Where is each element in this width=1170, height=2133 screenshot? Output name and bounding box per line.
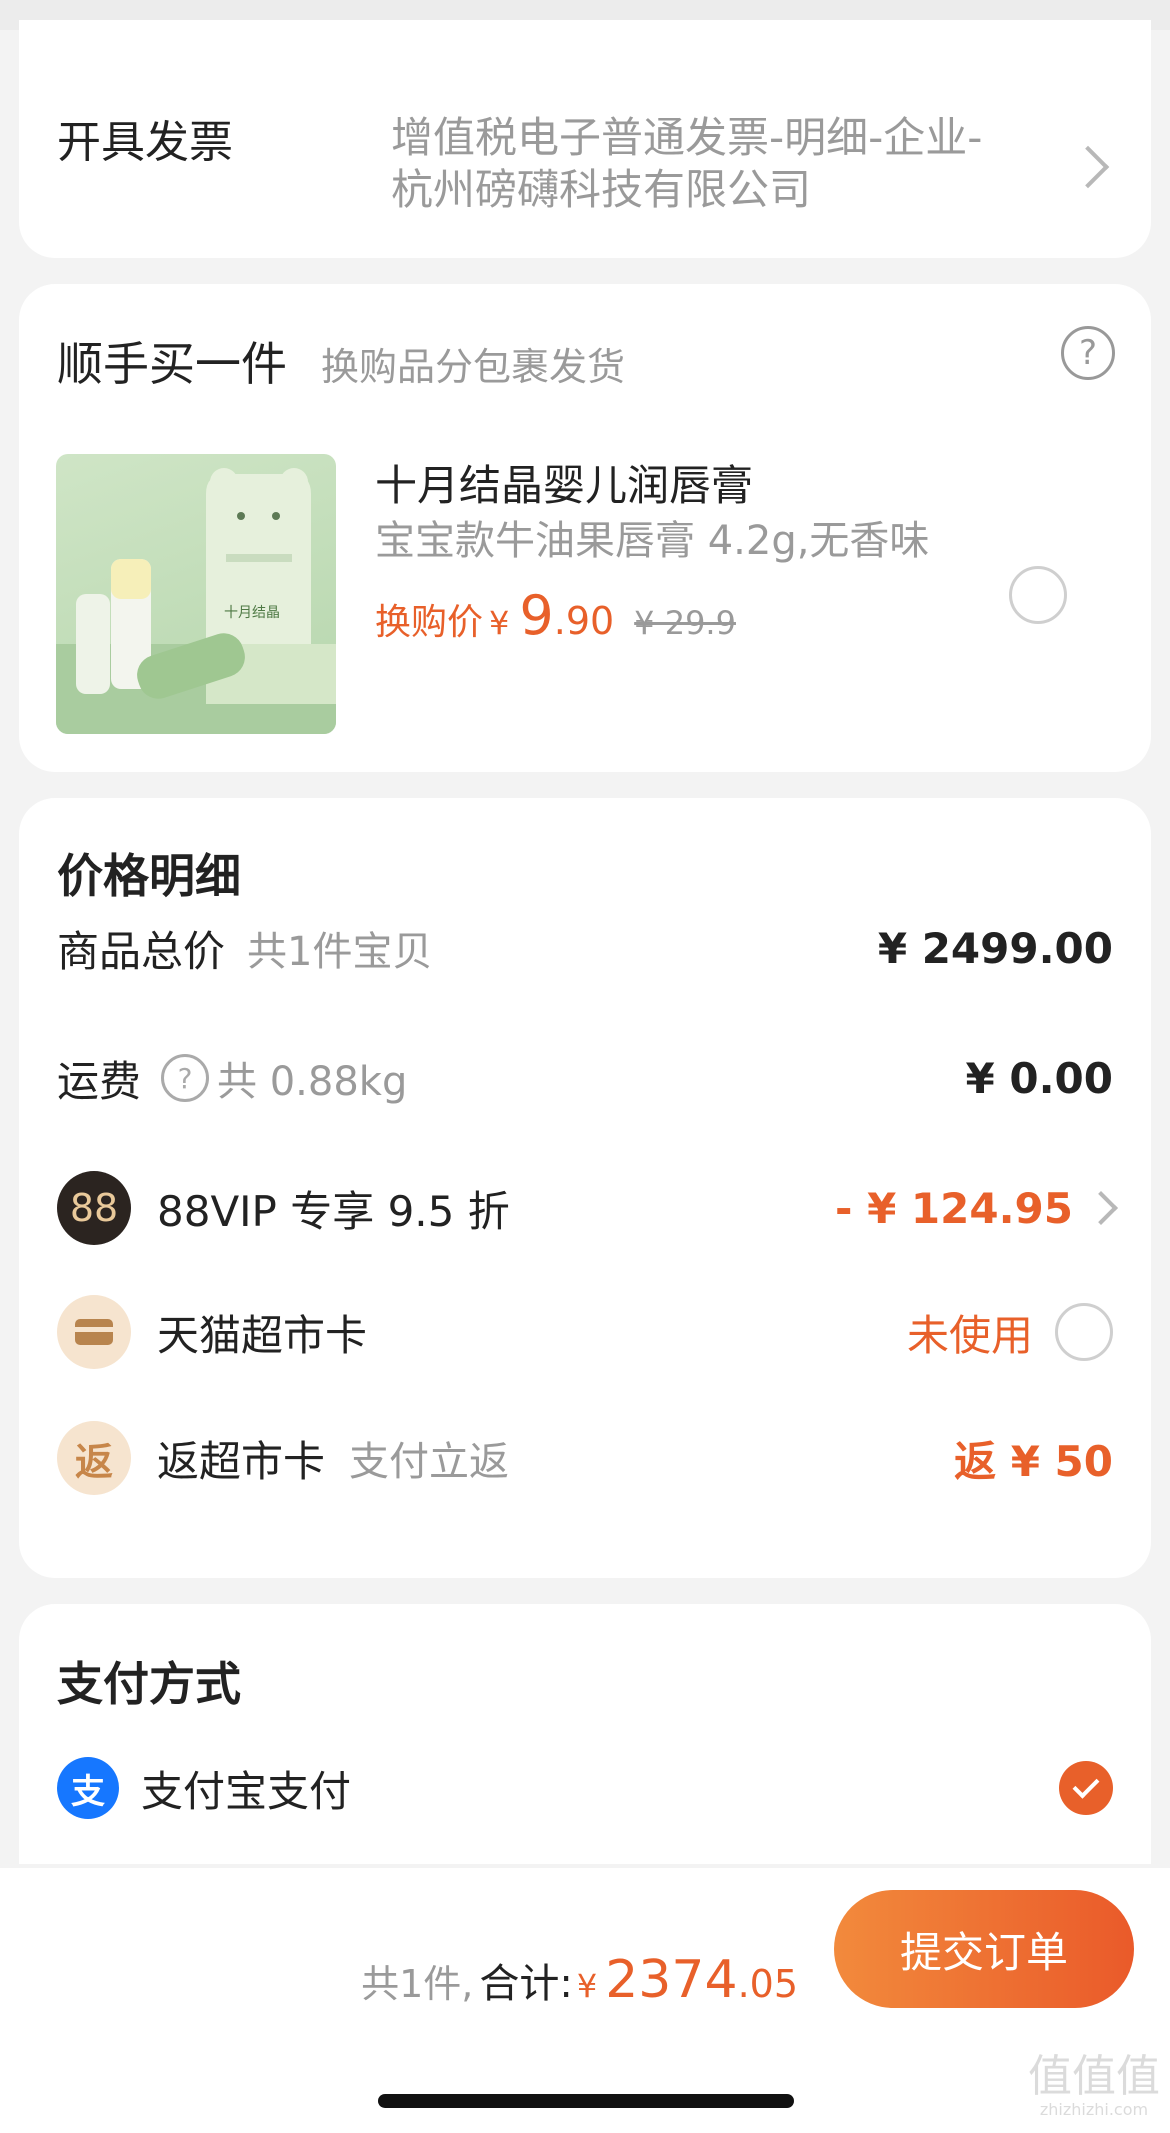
- addon-card: 顺手买一件 换购品分包裹发货 ? 十月结晶 十月结晶婴儿润唇膏 宝宝款牛油果唇膏…: [19, 284, 1151, 772]
- payment-card: 支付方式 支 支付宝支付: [19, 1604, 1151, 1864]
- submit-order-button[interactable]: 提交订单: [834, 1890, 1134, 2008]
- alipay-badge-text: 支: [71, 1771, 105, 1812]
- items-total-value: ¥ 2499.00: [877, 923, 1113, 973]
- product-box-brand: 十月结晶: [224, 605, 280, 621]
- total-currency: ¥: [576, 1967, 598, 2005]
- chevron-right-icon: [1084, 1191, 1118, 1225]
- vip-discount-row[interactable]: 88 88VIP 专享 9.5 折 - ¥ 124.95: [57, 1168, 1118, 1248]
- vip-label: 88VIP 专享 9.5 折: [157, 1186, 510, 1236]
- invoice-label: 开具发票: [57, 117, 233, 168]
- items-total-note: 共1件宝贝: [247, 929, 433, 975]
- shipping-row: 运费 ? 共 0.88kg ¥ 0.00: [57, 1048, 1113, 1108]
- submit-order-label: 提交订单: [899, 1927, 1068, 1977]
- price-decimal: .90: [553, 599, 615, 643]
- shipping-value: ¥ 0.00: [965, 1053, 1113, 1103]
- tmall-card-row[interactable]: 天猫超市卡 未使用: [57, 1292, 1113, 1372]
- rebate-note: 支付立返: [349, 1439, 510, 1485]
- tmall-card-label: 天猫超市卡: [157, 1310, 368, 1360]
- total-decimal: .05: [737, 1962, 798, 2006]
- alipay-icon: 支: [57, 1757, 119, 1819]
- addon-header: 顺手买一件 换购品分包裹发货: [57, 328, 625, 394]
- price-integer: 9: [519, 584, 554, 647]
- alipay-label: 支付宝支付: [141, 1766, 352, 1816]
- invoice-value: 增值税电子普通发票-明细-企业- 杭州磅礴科技有限公司: [391, 112, 982, 216]
- rebate-label: 返超市卡: [157, 1436, 326, 1486]
- items-total-row: 商品总价 共1件宝贝 ¥ 2499.00: [57, 918, 1113, 978]
- watermark-url: zhizhizhi.com: [1039, 2100, 1149, 2119]
- alipay-row[interactable]: 支 支付宝支付: [57, 1752, 1113, 1824]
- help-icon[interactable]: ?: [1061, 326, 1115, 380]
- tmall-card-value: 未使用: [906, 1310, 1033, 1360]
- total-summary: 共1件, 合计: ¥ 2374 .05: [361, 1950, 798, 2010]
- price-detail-title: 价格明细: [57, 849, 241, 903]
- vip-value: - ¥ 124.95: [835, 1183, 1073, 1233]
- vip-badge-text: 88: [69, 1186, 119, 1230]
- product-image[interactable]: 十月结晶: [56, 454, 336, 734]
- invoice-value-line2: 杭州磅礴科技有限公司: [391, 165, 812, 214]
- checkmark-icon[interactable]: [1059, 1761, 1113, 1815]
- addon-title: 顺手买一件: [57, 337, 287, 391]
- addon-select-radio[interactable]: [1009, 566, 1067, 624]
- bottom-bar: 共1件, 合计: ¥ 2374 .05 提交订单 值值值 zhizhizhi.c…: [0, 1868, 1170, 2133]
- home-indicator: [378, 2094, 794, 2108]
- rebate-badge-text: 返: [74, 1439, 113, 1484]
- rebate-value: 返 ¥ 50: [954, 1436, 1113, 1486]
- price-label: 换购价: [375, 602, 484, 643]
- shipping-note: 共 0.88kg: [217, 1059, 408, 1105]
- price-currency: ¥: [489, 604, 510, 642]
- rebate-row: 返 返超市卡 支付立返 返 ¥ 50: [57, 1418, 1113, 1498]
- shipping-help-icon[interactable]: ?: [161, 1054, 210, 1102]
- price-detail-card: 价格明细 商品总价 共1件宝贝 ¥ 2499.00 运费 ? 共 0.88kg …: [19, 798, 1151, 1578]
- addon-subtitle: 换购品分包裹发货: [321, 345, 626, 389]
- shipping-label: 运费: [57, 1056, 142, 1106]
- product-spec: 宝宝款牛油果唇膏 4.2g,无香味: [375, 518, 930, 564]
- watermark-logo: 值值值: [1028, 2051, 1160, 2102]
- payment-title: 支付方式: [57, 1657, 241, 1711]
- invoice-card[interactable]: 开具发票 增值税电子普通发票-明细-企业- 杭州磅礴科技有限公司: [19, 20, 1151, 258]
- original-price: ¥ 29.9: [634, 604, 736, 642]
- total-integer: 2374: [605, 1950, 738, 2010]
- items-total-label: 商品总价: [57, 926, 226, 976]
- vip-88-icon: 88: [57, 1171, 131, 1245]
- total-count: 共1件,: [361, 1962, 474, 2006]
- watermark: 值值值 zhizhizhi.com: [1028, 2051, 1160, 2120]
- total-label: 合计:: [479, 1961, 573, 2007]
- rebate-icon: 返: [57, 1421, 131, 1495]
- invoice-value-line1: 增值税电子普通发票-明细-企业-: [391, 113, 983, 162]
- card-icon: [57, 1295, 131, 1369]
- tmall-card-radio[interactable]: [1055, 1303, 1113, 1361]
- product-name: 十月结晶婴儿润唇膏: [375, 461, 754, 510]
- chevron-right-icon: [1066, 145, 1110, 189]
- product-price-row: 换购价 ¥ 9 .90 ¥ 29.9: [375, 584, 736, 647]
